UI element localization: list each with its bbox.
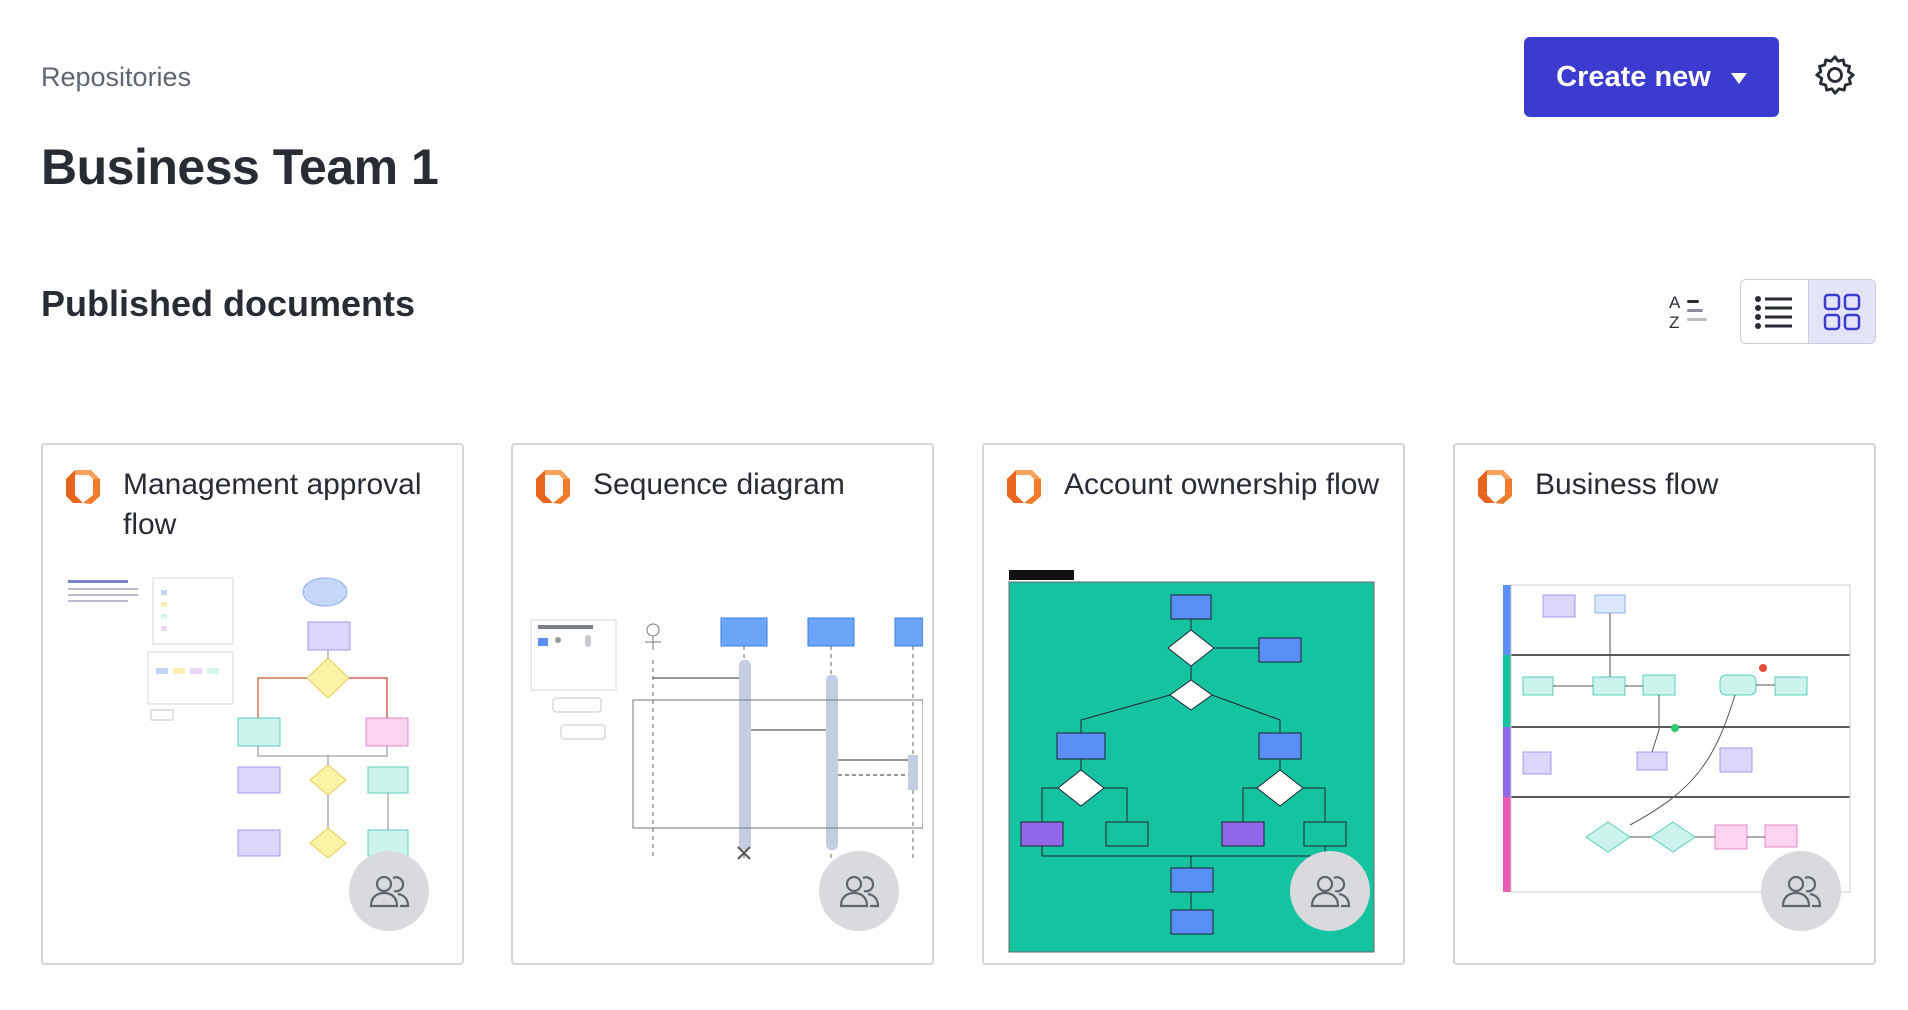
shared-users-badge bbox=[1290, 851, 1370, 931]
document-title: Account ownership flow bbox=[1064, 468, 1380, 501]
lucid-logo-icon bbox=[1478, 470, 1512, 504]
shared-users-badge bbox=[349, 851, 429, 931]
shared-users-badge bbox=[819, 851, 899, 931]
shared-users-icon bbox=[1310, 875, 1351, 908]
section-title: Published documents bbox=[41, 283, 416, 324]
document-title: Sequence diagram bbox=[593, 468, 845, 501]
svg-text:A: A bbox=[1669, 293, 1681, 312]
grid-view-icon bbox=[1823, 293, 1860, 330]
document-card-2[interactable]: Sequence diagram bbox=[511, 443, 934, 965]
document-title: Management approval flow bbox=[123, 468, 422, 541]
lucid-logo-icon bbox=[66, 470, 100, 504]
list-view-icon bbox=[1755, 295, 1793, 329]
sort-az-icon[interactable]: A Z bbox=[1665, 288, 1713, 332]
shared-users-icon bbox=[1781, 875, 1822, 908]
breadcrumb[interactable]: Repositories bbox=[41, 62, 191, 93]
document-title: Business flow bbox=[1535, 468, 1719, 501]
lucid-logo-icon bbox=[536, 470, 570, 504]
gear-icon[interactable] bbox=[1812, 52, 1858, 98]
lucid-logo-icon bbox=[1007, 470, 1041, 504]
document-card-4[interactable]: Business flow bbox=[1453, 443, 1876, 965]
shared-users-icon bbox=[369, 875, 410, 908]
page-title: Business Team 1 bbox=[41, 139, 439, 195]
create-new-button[interactable]: Create new bbox=[1524, 37, 1779, 117]
view-toggle bbox=[1740, 279, 1876, 344]
shared-users-badge bbox=[1761, 851, 1841, 931]
grid-view-button[interactable] bbox=[1807, 280, 1875, 343]
svg-text:Z: Z bbox=[1669, 313, 1679, 332]
document-card-3[interactable]: Account ownership flow bbox=[982, 443, 1405, 965]
list-view-button[interactable] bbox=[1741, 280, 1808, 343]
create-new-label: Create new bbox=[1556, 60, 1711, 93]
caret-down-icon bbox=[1730, 73, 1747, 84]
shared-users-icon bbox=[839, 875, 880, 908]
document-card-1[interactable]: Management approval flow bbox=[41, 443, 464, 965]
